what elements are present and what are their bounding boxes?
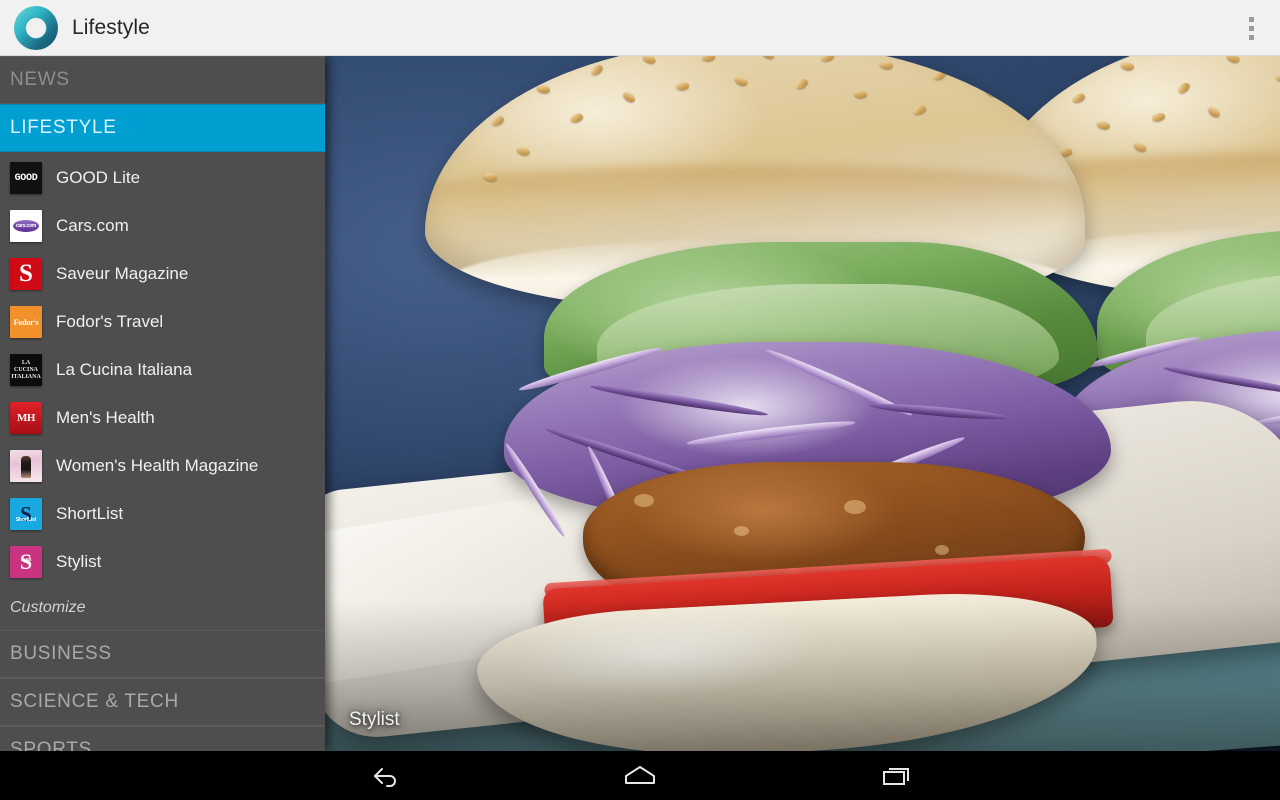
content-pane[interactable]: Stylist xyxy=(325,56,1280,751)
burger-left xyxy=(425,56,1114,751)
la-cucina-favicon: LA CUCINA ITALIANA xyxy=(10,354,42,386)
ring-logo-icon[interactable] xyxy=(10,2,62,54)
sidebar-section-news[interactable]: NEWS xyxy=(0,56,325,104)
android-navigation-bar xyxy=(0,751,1280,800)
overflow-dot xyxy=(1248,34,1254,40)
feed-item-label: Fodor's Travel xyxy=(56,312,164,331)
overflow-menu-icon[interactable] xyxy=(1222,0,1280,56)
action-bar: Lifestyle xyxy=(0,0,1280,56)
feed-item-stylist[interactable]: stylist S Stylist xyxy=(0,538,325,586)
feed-item-label: La Cucina Italiana xyxy=(56,360,193,379)
shortlist-wordmark: ShortList xyxy=(15,517,37,523)
cars-com-favicon: cars.com xyxy=(10,210,42,242)
feed-item-la-cucina-italiana[interactable]: LA CUCINA ITALIANA La Cucina Italiana xyxy=(0,346,325,394)
good-lite-favicon: GOOD xyxy=(10,162,42,194)
app-root: Lifestyle Stylist NEWS LIFESTYLE GOOD GO… xyxy=(0,0,1280,800)
feed-item-label: GOOD Lite xyxy=(56,168,141,187)
feed-item-shortlist[interactable]: S ShortList ShortList xyxy=(0,490,325,538)
sidebar-section-lifestyle[interactable]: LIFESTYLE xyxy=(0,104,325,152)
feed-item-saveur-magazine[interactable]: S Saveur Magazine xyxy=(0,250,325,298)
saveur-favicon: S xyxy=(10,258,42,290)
sidebar-section-label: SPORTS xyxy=(10,739,92,751)
feed-item-label: Cars.com xyxy=(56,216,129,235)
sidebar-section-sports[interactable]: SPORTS xyxy=(0,726,325,751)
sidebar-section-business[interactable]: BUSINESS xyxy=(0,630,325,678)
customize-button[interactable]: Customize xyxy=(0,586,325,630)
feed-item-mens-health[interactable]: MH Men's Health xyxy=(0,394,325,442)
home-icon[interactable] xyxy=(576,751,704,800)
navigation-drawer[interactable]: NEWS LIFESTYLE GOOD GOOD Lite cars.com C… xyxy=(0,56,325,751)
recents-icon[interactable] xyxy=(832,751,960,800)
sidebar-section-label: BUSINESS xyxy=(10,643,112,664)
page-title: Lifestyle xyxy=(72,15,150,39)
mens-health-favicon: MH xyxy=(10,402,42,434)
sidebar-section-label: LIFESTYLE xyxy=(10,117,117,138)
feed-item-label: Stylist xyxy=(56,552,102,571)
feed-item-label: Saveur Magazine xyxy=(56,264,189,283)
womens-health-favicon xyxy=(10,450,42,482)
sidebar-section-science-tech[interactable]: SCIENCE & TECH xyxy=(0,678,325,726)
feed-item-fodors-travel[interactable]: Fodor's Fodor's Travel xyxy=(0,298,325,346)
feed-item-womens-health-magazine[interactable]: Women's Health Magazine xyxy=(0,442,325,490)
image-caption: Stylist xyxy=(349,709,400,730)
feed-item-label: Men's Health xyxy=(56,408,155,427)
stylist-favicon: stylist S xyxy=(10,546,42,578)
feed-item-label: Women's Health Magazine xyxy=(56,456,259,475)
article-hero-image[interactable]: Stylist xyxy=(325,56,1280,751)
sidebar-section-label: NEWS xyxy=(10,69,70,90)
overflow-dot xyxy=(1248,16,1254,22)
stylist-wordmark: stylist xyxy=(20,558,32,563)
feed-list: GOOD GOOD Lite cars.com Cars.com S Saveu… xyxy=(0,152,325,630)
sidebar-section-label: SCIENCE & TECH xyxy=(10,691,179,712)
back-arrow-icon[interactable] xyxy=(320,751,448,800)
feed-item-cars-com[interactable]: cars.com Cars.com xyxy=(0,202,325,250)
feed-item-label: ShortList xyxy=(56,504,124,523)
fodors-favicon: Fodor's xyxy=(10,306,42,338)
cover-figure xyxy=(21,456,31,478)
overflow-dot xyxy=(1248,25,1254,31)
shortlist-favicon: S ShortList xyxy=(10,498,42,530)
feed-item-good-lite[interactable]: GOOD GOOD Lite xyxy=(0,154,325,202)
